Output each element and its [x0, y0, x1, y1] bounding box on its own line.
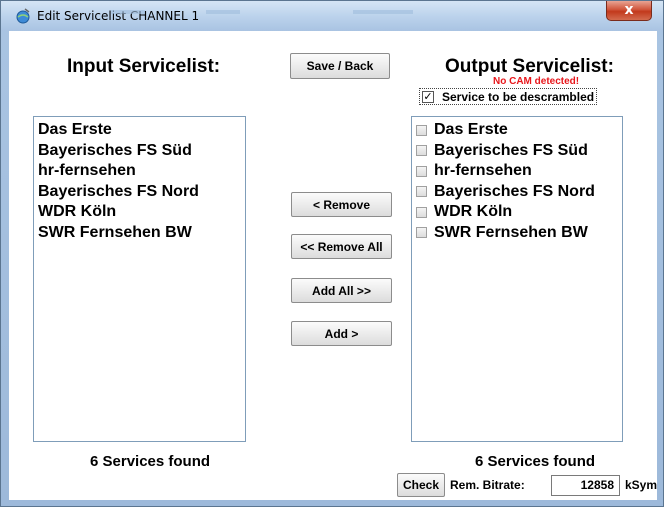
add-all-button[interactable]: Add All >> — [291, 278, 392, 303]
background-artifact — [206, 10, 240, 14]
close-icon: x — [624, 2, 634, 18]
no-cam-warning: No CAM detected! — [493, 76, 580, 87]
service-checkbox[interactable] — [416, 145, 427, 157]
bitrate-unit-label: kSym — [625, 478, 658, 492]
list-item[interactable]: hr-fernsehen — [38, 161, 245, 182]
list-item[interactable]: Bayerisches FS Nord — [38, 182, 245, 203]
input-service-list[interactable]: Das Erste Bayerisches FS Süd hr-fernsehe… — [33, 116, 246, 442]
descramble-check-mark[interactable]: ✓ — [422, 90, 434, 103]
client-area: Input Servicelist: Output Servicelist: N… — [9, 31, 657, 500]
list-item[interactable]: Das Erste — [416, 120, 622, 141]
window-frame: Edit Servicelist CHANNEL 1 x Input Servi… — [0, 0, 664, 507]
globe-satellite-icon — [16, 8, 30, 24]
add-button[interactable]: Add > — [291, 321, 392, 346]
output-servicelist-heading: Output Servicelist: — [445, 56, 614, 77]
service-label: Bayerisches FS Süd — [434, 141, 588, 159]
output-services-count: 6 Services found — [475, 453, 596, 470]
background-artifact — [353, 10, 413, 14]
service-checkbox[interactable] — [416, 165, 427, 177]
service-label: Bayerisches FS Nord — [434, 182, 595, 200]
list-item[interactable]: SWR Fernsehen BW — [416, 223, 622, 244]
list-item[interactable]: Das Erste — [38, 120, 245, 141]
list-item[interactable]: WDR Köln — [38, 202, 245, 223]
service-label: WDR Köln — [434, 203, 513, 221]
remove-button[interactable]: < Remove — [291, 192, 392, 217]
title-bar[interactable]: Edit Servicelist CHANNEL 1 x — [1, 1, 663, 31]
rem-bitrate-label: Rem. Bitrate: — [450, 478, 525, 492]
list-item[interactable]: Bayerisches FS Nord — [416, 182, 622, 203]
service-label: SWR Fernsehen BW — [434, 223, 588, 241]
list-item[interactable]: WDR Köln — [416, 202, 622, 223]
input-servicelist-heading: Input Servicelist: — [67, 56, 221, 77]
input-services-count: 6 Services found — [90, 453, 211, 470]
remove-all-button[interactable]: << Remove All — [291, 234, 392, 259]
descramble-label: Service to be descrambled — [442, 89, 595, 104]
service-checkbox[interactable] — [416, 124, 427, 136]
bitrate-value-field[interactable]: 12858 — [551, 475, 620, 496]
service-checkbox[interactable] — [416, 206, 427, 218]
service-label: Das Erste — [434, 121, 508, 139]
check-button[interactable]: Check — [397, 473, 445, 497]
list-item[interactable]: Bayerisches FS Süd — [38, 141, 245, 162]
list-item[interactable]: Bayerisches FS Süd — [416, 141, 622, 162]
descramble-checkbox[interactable]: ✓ Service to be descrambled — [419, 88, 598, 105]
list-item[interactable]: hr-fernsehen — [416, 161, 622, 182]
list-item[interactable]: SWR Fernsehen BW — [38, 223, 245, 244]
service-checkbox[interactable] — [416, 227, 427, 239]
close-button[interactable]: x — [606, 1, 652, 21]
output-service-list[interactable]: Das Erste Bayerisches FS Süd hr-fernsehe… — [411, 116, 623, 442]
service-checkbox[interactable] — [416, 186, 427, 198]
save-back-button[interactable]: Save / Back — [290, 53, 390, 79]
background-artifact — [111, 10, 145, 14]
service-label: hr-fernsehen — [434, 162, 532, 180]
